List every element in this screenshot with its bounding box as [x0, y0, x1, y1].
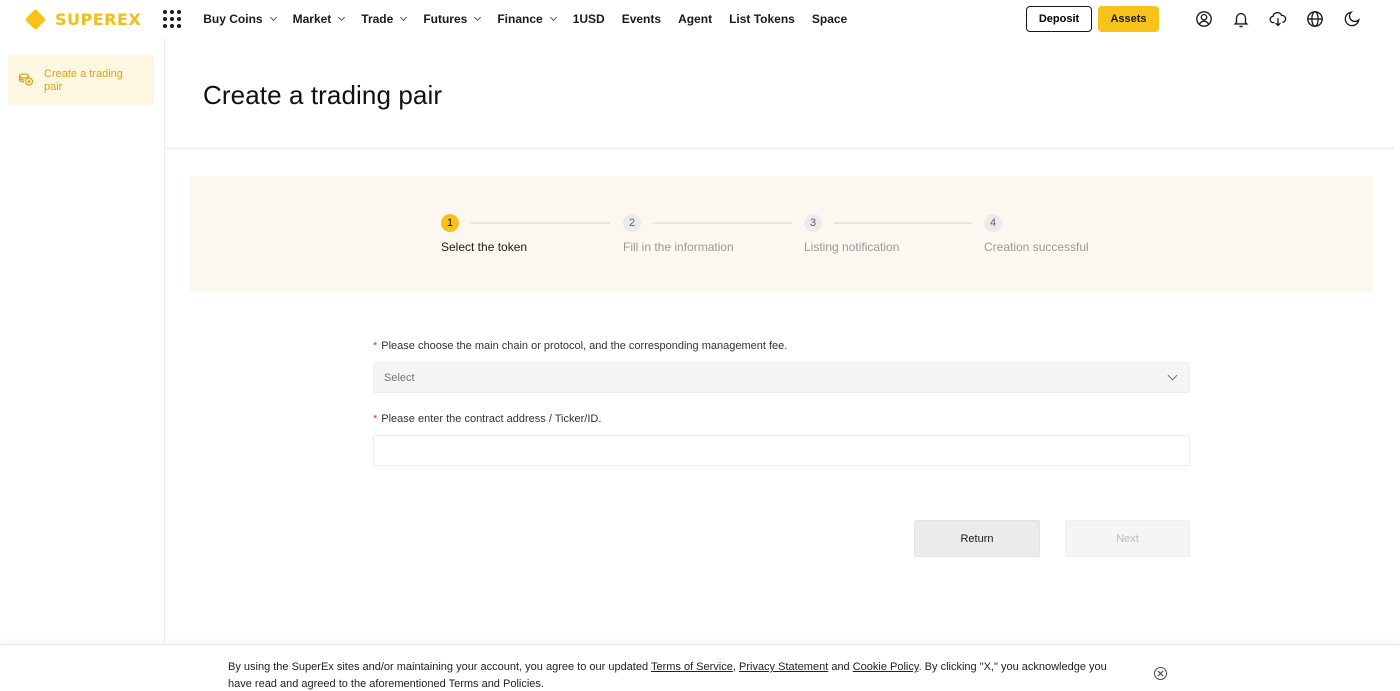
cookie-text-part: and [828, 661, 853, 673]
chevron-down-icon [474, 13, 482, 22]
contract-label-text: Please enter the contract address / Tick… [381, 413, 602, 425]
nav-label: Buy Coins [203, 12, 263, 26]
chevron-down-icon [549, 13, 557, 22]
page-title: Create a trading pair [203, 80, 443, 110]
nav-trade[interactable]: Trade [361, 12, 408, 26]
assets-button[interactable]: Assets [1098, 6, 1159, 32]
nav-market[interactable]: Market [292, 12, 346, 26]
cookie-text: By using the SuperEx sites and/or mainta… [228, 659, 1128, 691]
step-1: 1 Select the token [441, 214, 610, 254]
step-number: 4 [984, 214, 1002, 232]
terms-link[interactable]: Terms of Service [651, 661, 733, 673]
cookie-policy-link[interactable]: Cookie Policy [853, 661, 919, 673]
next-button[interactable]: Next [1065, 520, 1190, 557]
nav-events[interactable]: Events [622, 12, 661, 26]
nav-list-tokens[interactable]: List Tokens [729, 12, 795, 26]
header-actions: Deposit Assets [1026, 0, 1362, 38]
step-4: 4 Creation successful [984, 214, 1089, 254]
nav-label: List Tokens [729, 12, 795, 26]
chain-label-text: Please choose the main chain or protocol… [381, 340, 788, 352]
return-button[interactable]: Return [914, 520, 1040, 557]
moon-icon[interactable] [1342, 9, 1362, 29]
step-number: 2 [623, 214, 641, 232]
chain-select-placeholder: Select [384, 371, 415, 384]
chain-select[interactable]: Select [373, 362, 1190, 393]
step-2: 2 Fill in the information [623, 214, 792, 254]
step-connector [471, 222, 610, 224]
title-divider [165, 147, 1400, 150]
bell-icon[interactable] [1231, 9, 1251, 29]
step-label: Listing notification [804, 240, 900, 254]
required-mark: * [373, 413, 378, 425]
nav-label: Market [292, 12, 332, 26]
logo[interactable]: SUPEREX [24, 0, 142, 38]
top-navbar: SUPEREX Buy Coins Market Trade Futures F… [0, 0, 1400, 38]
nav-label: Finance [497, 12, 543, 26]
step-connector [653, 222, 792, 224]
contract-label: * Please enter the contract address / Tic… [373, 413, 1190, 427]
cookie-text-part: By using the SuperEx sites and/or mainta… [228, 661, 651, 673]
required-mark: * [373, 340, 378, 352]
apps-grid-icon[interactable] [163, 10, 182, 28]
download-icon[interactable] [1268, 9, 1288, 29]
nav-label: Events [621, 12, 662, 26]
step-number: 1 [441, 214, 459, 232]
nav-buy-coins[interactable]: Buy Coins [203, 12, 277, 26]
scrollbar[interactable] [1394, 38, 1400, 644]
coins-icon [18, 73, 34, 86]
chevron-down-icon [1167, 370, 1178, 381]
nav-futures[interactable]: Futures [423, 12, 482, 26]
deposit-button[interactable]: Deposit [1026, 6, 1092, 32]
logo-diamond-icon [24, 8, 47, 30]
step-3: 3 Listing notification [804, 214, 972, 254]
step-label: Fill in the information [623, 240, 734, 254]
nav-label: Trade [361, 12, 394, 26]
globe-icon[interactable] [1305, 9, 1325, 29]
cookie-banner: By using the SuperEx sites and/or mainta… [0, 644, 1400, 691]
user-icon[interactable] [1194, 9, 1214, 29]
sidebar-item-create-trading-pair[interactable]: Create a trading pair [8, 55, 154, 105]
nav-label: Space [811, 12, 848, 26]
contract-address-input[interactable] [373, 435, 1190, 466]
nav-agent[interactable]: Agent [678, 12, 712, 26]
contract-field: * Please enter the contract address / Tic… [373, 413, 1190, 466]
nav-finance[interactable]: Finance [497, 12, 557, 26]
chevron-down-icon [338, 13, 346, 22]
token-form: * Please choose the main chain or protoco… [373, 340, 1190, 466]
nav-label: 1USD [572, 12, 605, 26]
chain-label: * Please choose the main chain or protoco… [373, 340, 1190, 354]
privacy-link[interactable]: Privacy Statement [739, 661, 828, 673]
sidebar-item-label: Create a trading pair [44, 68, 123, 93]
nav-label: Agent [678, 12, 713, 26]
nav-space[interactable]: Space [812, 12, 847, 26]
steps-panel: 1 Select the token 2 Fill in the informa… [190, 176, 1373, 292]
nav-1usd[interactable]: 1USD [573, 12, 605, 26]
sidebar: Create a trading pair [0, 38, 165, 644]
step-label: Select the token [441, 240, 528, 254]
step-number: 3 [804, 214, 822, 232]
step-label: Creation successful [984, 240, 1089, 254]
close-icon[interactable] [1154, 667, 1167, 680]
main-nav: Buy Coins Market Trade Futures Finance 1… [203, 12, 864, 26]
nav-label: Futures [423, 12, 468, 26]
logo-text: SUPEREX [55, 9, 142, 29]
app-root: SUPEREX Buy Coins Market Trade Futures F… [0, 0, 1400, 691]
chevron-down-icon [269, 13, 277, 22]
step-connector [834, 222, 972, 224]
chevron-down-icon [400, 13, 408, 22]
